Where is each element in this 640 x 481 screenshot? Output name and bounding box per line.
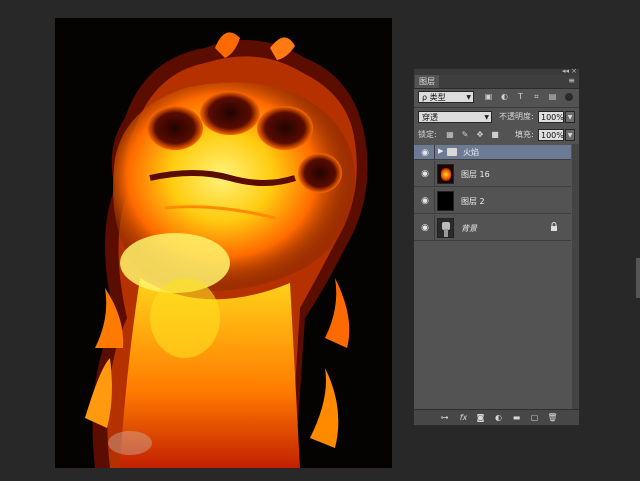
- tab-layers[interactable]: 图层: [415, 75, 439, 88]
- layer-name[interactable]: 图层 16: [461, 169, 490, 180]
- layer-thumbnail: [437, 218, 454, 238]
- panel-tab-row: 图层 ≡: [414, 75, 579, 89]
- visibility-eye-icon[interactable]: ◉: [419, 148, 431, 158]
- shape-filter-icon[interactable]: ⌗: [531, 91, 542, 102]
- blend-mode-select[interactable]: 穿透 ▼: [418, 111, 492, 123]
- filter-toggle[interactable]: [565, 93, 573, 101]
- folder-icon[interactable]: ▬: [511, 412, 522, 423]
- collapse-icon[interactable]: ◂◂: [562, 67, 569, 75]
- flaming-fist-artwork: [55, 18, 392, 468]
- visibility-eye-icon[interactable]: ◉: [419, 169, 431, 179]
- smart-object-filter-icon[interactable]: ▤: [547, 91, 558, 102]
- divider: [414, 107, 579, 108]
- layer-thumbnail: [437, 191, 454, 211]
- layer-row[interactable]: ◉ 背景: [414, 215, 571, 241]
- lock-label: 锁定:: [418, 130, 437, 139]
- chevron-down-icon: ▼: [484, 114, 489, 121]
- layer-name[interactable]: 火焰: [463, 147, 479, 158]
- chevron-down-icon: ▼: [466, 94, 471, 101]
- opacity-dropdown-button[interactable]: ▼: [565, 111, 575, 123]
- mask-icon[interactable]: ◙: [475, 412, 486, 423]
- layers-bottom-toolbar: ⊶ fx ◙ ◐ ▬ ▢ 🗑: [414, 409, 579, 425]
- fill-label: 填充:: [515, 130, 534, 139]
- layers-list: ◉ ▶ 火焰 ◉ 图层 16 ◉ 图层 2 ◉ 背景: [414, 144, 571, 409]
- lock-row: 锁定: ▦ ✎ ✥ ■ 填充: 100% ▼: [414, 129, 579, 143]
- layer-thumbnail: [437, 164, 454, 184]
- blend-mode-value: 穿透: [422, 113, 438, 122]
- fill-dropdown-button[interactable]: ▼: [565, 129, 575, 141]
- lock-transparent-icon[interactable]: ▦: [445, 130, 455, 140]
- right-edge-scrollbar[interactable]: [636, 258, 640, 298]
- filter-kind-value: ρ 类型: [422, 93, 446, 102]
- visibility-eye-icon[interactable]: ◉: [419, 223, 431, 233]
- new-layer-icon[interactable]: ▢: [529, 412, 540, 423]
- expand-triangle-icon[interactable]: ▶: [438, 147, 443, 155]
- lock-all-icon[interactable]: ■: [490, 130, 500, 140]
- adjustment-filter-icon[interactable]: ◐: [499, 91, 510, 102]
- fill-field[interactable]: 100%: [538, 129, 564, 141]
- blend-row: 穿透 ▼ 不透明度: 100% ▼: [414, 111, 579, 125]
- fill-value: 100%: [541, 131, 564, 140]
- filter-row: ρ 类型 ▼ ▣ ◐ T ⌗ ▤: [414, 91, 579, 105]
- visibility-eye-icon[interactable]: ◉: [419, 196, 431, 206]
- document-canvas[interactable]: [55, 18, 392, 468]
- layer-name[interactable]: 背景: [461, 223, 477, 234]
- fx-icon[interactable]: fx: [458, 412, 469, 423]
- layer-row-group[interactable]: ◉ ▶ 火焰: [414, 145, 571, 160]
- lock-icon: [550, 222, 558, 232]
- image-filter-icon[interactable]: ▣: [483, 91, 494, 102]
- panel-menu-icon[interactable]: ≡: [568, 76, 575, 86]
- filter-kind-select[interactable]: ρ 类型 ▼: [418, 91, 474, 103]
- link-icon[interactable]: ⊶: [439, 412, 450, 423]
- folder-icon: [447, 148, 457, 156]
- layers-panel: ◂◂ × 图层 ≡ ρ 类型 ▼ ▣ ◐ T ⌗ ▤ 穿透 ▼ 不透明度: 10…: [413, 67, 580, 425]
- opacity-field[interactable]: 100%: [538, 111, 564, 123]
- lock-position-icon[interactable]: ✥: [475, 130, 485, 140]
- close-icon[interactable]: ×: [571, 67, 577, 75]
- layer-row[interactable]: ◉ 图层 2: [414, 188, 571, 214]
- type-filter-icon[interactable]: T: [515, 91, 526, 102]
- opacity-label: 不透明度:: [499, 112, 534, 121]
- layers-scrollbar[interactable]: [572, 144, 579, 409]
- adjustment-icon[interactable]: ◐: [493, 412, 504, 423]
- lock-pixels-icon[interactable]: ✎: [460, 130, 470, 140]
- trash-icon[interactable]: 🗑: [547, 412, 558, 423]
- opacity-value: 100%: [541, 113, 564, 122]
- layer-name[interactable]: 图层 2: [461, 196, 485, 207]
- layer-row[interactable]: ◉ 图层 16: [414, 161, 571, 187]
